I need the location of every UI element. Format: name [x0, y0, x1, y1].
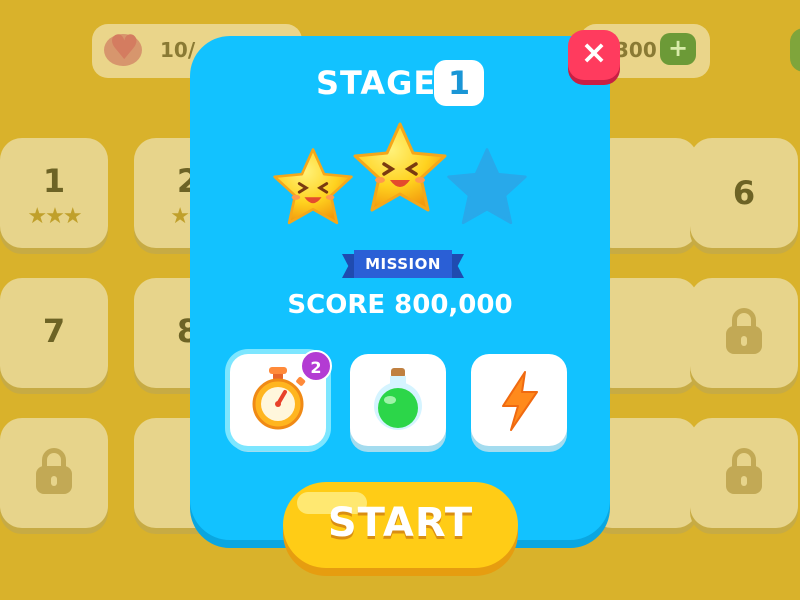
level-number: 6 [732, 174, 756, 212]
stage-number: 1 [434, 60, 484, 106]
start-label: START [327, 500, 474, 546]
stage-title: STAGE [316, 64, 437, 102]
stage-dialog [190, 36, 610, 540]
level-number: 1 [42, 162, 66, 200]
start-button[interactable]: START [283, 482, 518, 568]
mission-ribbon: MISSION [342, 250, 464, 278]
settings-button[interactable] [790, 28, 800, 72]
lightning-icon [502, 371, 538, 431]
add-coins-button[interactable]: + [660, 33, 696, 65]
lives-count: 10/ [160, 38, 196, 62]
booster-potion[interactable] [350, 354, 446, 446]
level-tile-locked[interactable] [690, 418, 798, 528]
star-earned-icon [353, 122, 447, 212]
booster-count-badge: 2 [300, 350, 332, 382]
close-icon: × [580, 33, 608, 71]
level-tile-locked[interactable] [0, 418, 108, 528]
heart-icon [104, 28, 142, 68]
level-tile-1[interactable]: 1 ★★★ [0, 138, 108, 248]
level-stars: ★★★ [27, 204, 82, 229]
booster-lightning[interactable] [471, 354, 567, 446]
close-button[interactable]: × [568, 30, 620, 80]
mission-label: MISSION [365, 255, 441, 273]
lock-icon [36, 448, 72, 494]
score-goal: SCORE 800,000 [287, 290, 513, 320]
star-earned-icon [273, 148, 353, 225]
coins-count: 300 [615, 38, 657, 62]
star-empty-icon [447, 148, 527, 225]
lock-icon [726, 448, 762, 494]
potion-icon [374, 368, 422, 430]
level-tile-6[interactable]: 6 [690, 138, 798, 248]
